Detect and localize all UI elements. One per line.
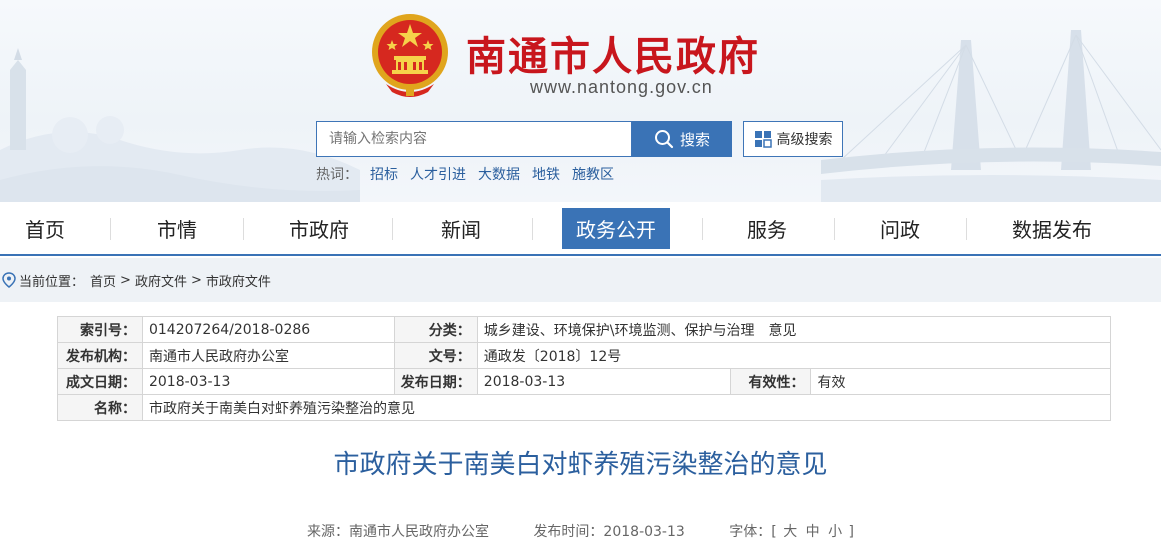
breadcrumb-link-city-gov-docs[interactable]: 市政府文件 (206, 271, 271, 290)
nav-divider (834, 218, 835, 240)
info-value: 通政发〔2018〕12号 (476, 342, 1112, 369)
nav-item-news[interactable]: 新闻 (416, 202, 506, 254)
advanced-search-label: 高级搜索 (776, 132, 833, 148)
nav-divider (243, 218, 244, 240)
search-button[interactable]: 搜索 (632, 121, 732, 157)
site-url: www.nantong.gov.cn (530, 77, 713, 97)
info-key: 发布日期： (393, 368, 478, 395)
hotwords-label: 热词： (316, 167, 358, 183)
font-size-label: 字体：[ (729, 524, 777, 540)
search-input[interactable] (316, 121, 632, 157)
info-value: 2018-03-13 (141, 368, 395, 395)
article-pubtime: 发布时间：2018-03-13 (533, 524, 685, 540)
info-key: 分类： (393, 316, 478, 343)
hotword-link[interactable]: 招标 (370, 164, 398, 184)
info-value: 014207264/2018-0286 (141, 316, 395, 343)
info-key: 有效性： (730, 368, 812, 395)
info-value: 南通市人民政府办公室 (141, 342, 395, 369)
nav-item-gov-affairs[interactable]: 政务公开 (554, 202, 678, 254)
breadcrumb: 当前位置： 首页 > 政府文件 > 市政府文件 (0, 258, 1161, 302)
nav-divider (392, 218, 393, 240)
table-row: 索引号： 014207264/2018-0286 分类： 城乡建设、环境保护\环… (57, 316, 1112, 343)
font-size-large-button[interactable]: 大 (783, 524, 797, 540)
info-key: 发布机构： (57, 342, 143, 369)
breadcrumb-label: 当前位置： (19, 274, 85, 290)
nav-item-data-release[interactable]: 数据发布 (994, 202, 1110, 254)
table-row: 名称： 市政府关于南美白对虾养殖污染整治的意见 (57, 394, 1112, 421)
info-value: 2018-03-13 (476, 368, 732, 395)
hotwords: 热词： 招标 人才引进 大数据 地铁 施教区 (316, 164, 614, 184)
site-title: 南通市人民政府 (466, 34, 760, 80)
nav-item-home[interactable]: 首页 (0, 202, 90, 254)
hotword-link[interactable]: 地铁 (532, 164, 560, 184)
hotword-link[interactable]: 大数据 (478, 164, 520, 184)
info-key: 名称： (57, 394, 143, 421)
info-key: 成文日期： (57, 368, 143, 395)
font-size-end: ] (848, 524, 855, 540)
document-info-table: 索引号： 014207264/2018-0286 分类： 城乡建设、环境保护\环… (57, 316, 1112, 421)
nav-item-inquiry[interactable]: 问政 (855, 202, 945, 254)
nav-divider (702, 218, 703, 240)
nav-divider (110, 218, 111, 240)
site-header: 南通市人民政府 www.nantong.gov.cn 搜索 高级搜索 热词： 招… (0, 0, 1161, 202)
hotword-link[interactable]: 施教区 (572, 164, 614, 184)
main-nav: 首页 市情 市政府 新闻 政务公开 服务 问政 数据发布 (0, 202, 1161, 256)
national-emblem-icon (372, 14, 448, 97)
breadcrumb-separator: > (120, 272, 131, 288)
bridge-decoration-right (821, 30, 1161, 202)
breadcrumb-separator: > (190, 272, 202, 288)
nav-item-service[interactable]: 服务 (722, 202, 812, 254)
info-key: 索引号： (57, 316, 143, 343)
breadcrumb-link-home[interactable]: 首页 (90, 271, 116, 290)
grid-icon (754, 131, 772, 148)
info-value: 有效 (810, 368, 1111, 395)
table-row: 成文日期： 2018-03-13 发布日期： 2018-03-13 有效性： 有… (57, 368, 1111, 395)
search-button-label: 搜索 (679, 130, 710, 149)
info-value: 市政府关于南美白对虾养殖污染整治的意见 (141, 394, 1112, 421)
article-source: 来源：南通市人民政府办公室 (306, 524, 489, 540)
nav-divider (532, 218, 533, 240)
skyline-decoration-left (0, 48, 360, 202)
breadcrumb-link-gov-docs[interactable]: 政府文件 (135, 271, 187, 290)
article-meta: 来源：南通市人民政府办公室 发布时间：2018-03-13 字体：[ 大 中 小… (0, 521, 1161, 541)
search-icon (654, 130, 674, 149)
font-size-small-button[interactable]: 小 (828, 524, 842, 540)
info-key: 文号： (393, 342, 478, 369)
article-title: 市政府关于南美白对虾养殖污染整治的意见 (333, 450, 828, 480)
table-row: 发布机构： 南通市人民政府办公室 文号： 通政发〔2018〕12号 (57, 342, 1112, 369)
advanced-search-button[interactable]: 高级搜索 (743, 121, 843, 157)
font-size-control: 字体：[ 大 中 小 ] (729, 524, 854, 540)
nav-item-government[interactable]: 市政府 (268, 202, 370, 254)
hotword-link[interactable]: 人才引进 (410, 164, 466, 184)
nav-divider (966, 218, 967, 240)
font-size-medium-button[interactable]: 中 (806, 524, 820, 540)
location-pin-icon (2, 272, 16, 288)
info-value: 城乡建设、环境保护\环境监测、保护与治理 意见 (476, 316, 1112, 343)
nav-item-city[interactable]: 市情 (132, 202, 222, 254)
